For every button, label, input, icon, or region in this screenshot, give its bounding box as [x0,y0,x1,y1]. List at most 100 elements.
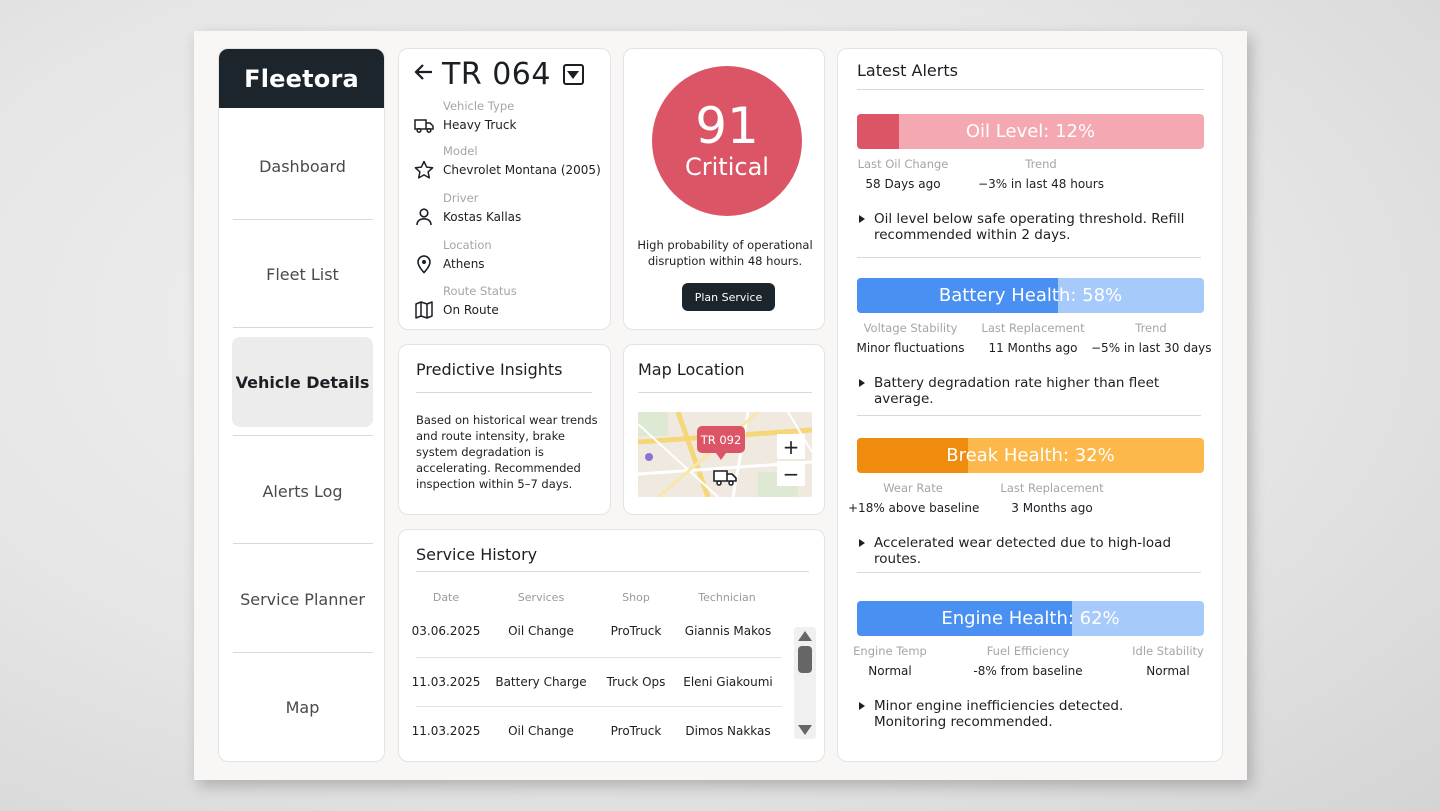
metric-value: −5% in last 30 days [1091,341,1212,355]
oil-metric-last-change: Last Oil Change 58 Days ago [848,157,958,191]
title-divider [857,89,1204,90]
expand-triangle-icon[interactable] [859,702,865,710]
driver-label: Driver [443,191,479,205]
metric-label: Idle Stability [1132,644,1204,658]
engine-alert-note: Minor engine inefficiencies detected. Mo… [859,698,1189,730]
truck-icon [414,119,434,134]
alert-note-text: Minor engine inefficiencies detected. Mo… [874,698,1124,730]
title-divider [638,392,812,393]
truck-icon [713,470,737,486]
nav-item-alerts-log[interactable]: Alerts Log [232,446,373,536]
vehicle-type-label: Vehicle Type [443,99,515,113]
location-label: Location [443,238,492,252]
metric-value: −3% in last 48 hours [978,177,1104,191]
engine-metric-fuel-efficiency: Fuel Efficiency -8% from baseline [968,644,1088,678]
vehicle-info-card: TR 064 Vehicle Type Heavy Truck Model Ch… [398,48,611,330]
predictive-insights-title: Predictive Insights [416,360,563,379]
vehicle-type-row: Vehicle Type Heavy Truck [414,97,516,135]
metric-value: +18% above baseline [848,501,980,515]
brand-logo: Fleetora [219,49,384,108]
column-header-technician: Technician [698,591,756,604]
star-icon [414,160,434,179]
nav-item-service-planner[interactable]: Service Planner [232,554,373,644]
nav-divider [233,219,373,220]
vehicle-select-dropdown-icon[interactable] [562,64,584,85]
metric-value: Minor fluctuations [856,341,965,355]
nav-item-vehicle-details[interactable]: Vehicle Details [232,337,373,427]
predictive-insights-text: Based on historical wear trends and rout… [416,413,598,491]
scroll-up-arrow-icon[interactable] [798,631,812,641]
route-status-label: Route Status [443,284,517,298]
metric-value: 11 Months ago [988,341,1078,355]
plan-service-button[interactable]: Plan Service [682,283,775,311]
model-row: Model Chevrolet Montana (2005) [414,142,601,180]
expand-triangle-icon[interactable] [859,539,865,547]
history-scrollbar[interactable] [794,627,816,739]
brake-health-label: Break Health: 32% [946,445,1115,466]
alert-divider [857,257,1201,258]
row-service: Oil Change [508,724,574,738]
location-value: Athens [443,257,485,271]
row-technician: Eleni Giakoumi [683,675,773,689]
zoom-out-button[interactable]: − [777,461,805,486]
map-view[interactable]: TR 092 + − [638,412,812,497]
nav-item-fleet-list[interactable]: Fleet List [232,229,373,319]
metric-label: Last Replacement [1000,481,1104,495]
alert-note-text: Accelerated wear detected due to high-lo… [874,535,1172,567]
title-divider [416,571,809,572]
battery-health-bar[interactable]: Battery Health: 58% [857,278,1204,313]
expand-triangle-icon[interactable] [859,215,865,223]
row-shop: ProTruck [610,624,662,638]
engine-health-label: Engine Health: 62% [941,608,1120,629]
vehicle-map-pin[interactable]: TR 092 [697,426,745,460]
driver-value: Kostas Kallas [443,210,522,224]
brake-health-bar[interactable]: Break Health: 32% [857,438,1204,473]
person-icon [416,208,432,226]
metric-value: Normal [868,664,912,678]
latest-alerts-title: Latest Alerts [857,61,958,80]
route-status-value: On Route [443,303,499,317]
nav-divider [233,327,373,328]
metric-value: 58 Days ago [865,177,941,191]
row-service: Battery Charge [495,675,587,689]
sidebar: Fleetora Dashboard Fleet List Vehicle De… [218,48,385,762]
column-header-services: Services [517,591,565,604]
battery-metric-trend: Trend −5% in last 30 days [1091,321,1212,355]
oil-metric-trend: Trend −3% in last 48 hours [976,157,1106,191]
nav-divider [233,652,373,653]
location-pin-icon [417,255,431,274]
scroll-down-arrow-icon[interactable] [798,725,812,735]
brake-metric-last-replacement: Last Replacement 3 Months ago [996,481,1108,515]
nav-item-map[interactable]: Map [232,662,373,752]
metric-label: Wear Rate [883,481,943,495]
map-location-card: Map Location TR 092 + − [623,344,825,515]
battery-alert-note: Battery degradation rate higher than fle… [859,375,1189,407]
map-icon [415,301,433,319]
oil-level-bar[interactable]: Oil Level: 12% [857,114,1204,149]
nav-divider [233,543,373,544]
engine-health-bar[interactable]: Engine Health: 62% [857,601,1204,636]
route-status-row: Route Status On Route [414,282,517,320]
metric-value: -8% from baseline [973,664,1083,678]
brake-metric-wear-rate: Wear Rate +18% above baseline [848,481,980,515]
score-circle: 91 Critical [652,66,802,216]
metric-label: Last Replacement [981,321,1085,335]
model-label: Model [443,144,478,158]
alert-divider [857,415,1201,416]
score-value: 91 [695,97,759,155]
row-divider [416,657,782,658]
nav-item-dashboard[interactable]: Dashboard [232,121,373,211]
row-service: Oil Change [508,624,574,638]
column-header-shop: Shop [622,591,650,604]
zoom-in-button[interactable]: + [777,434,805,459]
expand-triangle-icon[interactable] [859,379,865,387]
oil-alert-note: Oil level below safe operating threshold… [859,211,1189,243]
metric-label: Engine Temp [853,644,927,658]
row-date: 11.03.2025 [411,675,481,689]
latest-alerts-card: Latest Alerts Oil Level: 12% Last Oil Ch… [837,48,1223,762]
service-history-card: Service History Date Services Shop Techn… [398,529,825,762]
back-arrow-icon[interactable] [414,63,434,86]
scroll-thumb[interactable] [798,646,812,673]
predictive-insights-card: Predictive Insights Based on historical … [398,344,611,515]
battery-health-label: Battery Health: 58% [938,285,1123,306]
